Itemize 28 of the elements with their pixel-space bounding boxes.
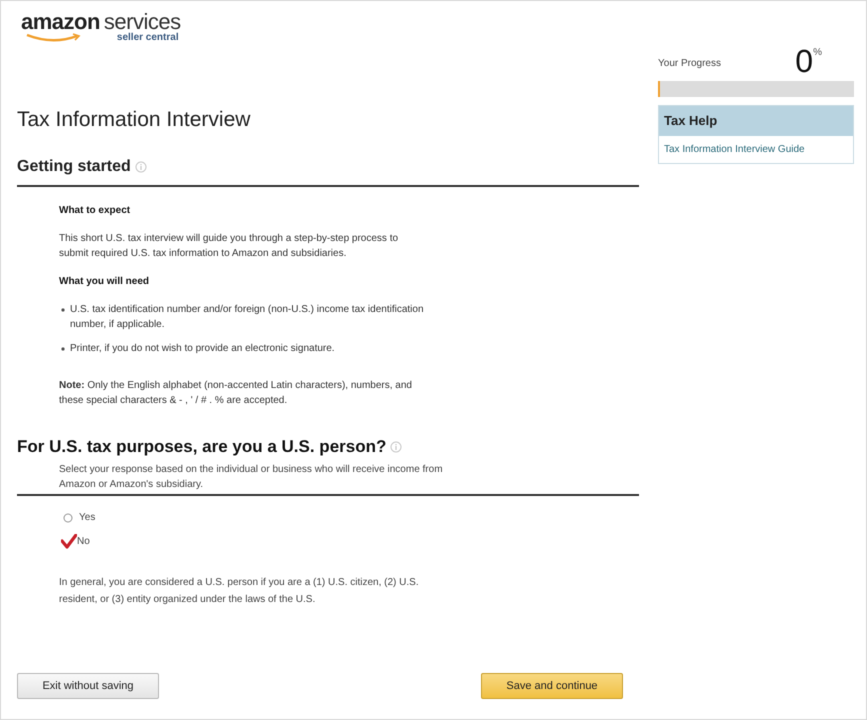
guide-link[interactable]: Tax Information Interview Guide — [659, 136, 853, 162]
progress-label: Your Progress — [658, 57, 721, 71]
info-icon — [134, 161, 147, 174]
paragraph: Note: Only the English alphabet (non-accented Latin characters), numbers, and these special characters & - , ' / # . % are accepted. — [59, 379, 413, 408]
bullet-icon — [61, 308, 65, 312]
exit-button[interactable]: Exit without saving — [17, 673, 159, 699]
logo-subtitle: seller central — [116, 33, 179, 43]
logo-wordmark: amazon — [21, 11, 100, 33]
smile-arrow-icon — [25, 33, 81, 42]
question-heading: For U.S. tax purposes, are you a U.S. person? — [17, 436, 386, 458]
percent-sign: % — [813, 46, 822, 60]
radio-option[interactable]: No — [61, 534, 639, 550]
list-item-text: Printer, if you do not wish to provide an electronic signature. — [70, 342, 335, 356]
list-item-text: U.S. tax identification number and/or foreign (non-U.S.) income tax identification number, if applicable. — [70, 303, 425, 332]
section-heading: Getting started — [17, 157, 131, 178]
logo-wordmark: services — [104, 11, 181, 33]
paragraph: This short U.S. tax interview will guide you through a step-by-step process to submit required U.S. tax information to Amazon and subsidiaries. — [59, 232, 400, 262]
bullet-icon — [61, 347, 65, 352]
info-icon — [390, 441, 402, 453]
page-title: Tax Information Interview — [17, 107, 252, 133]
help-title: Tax Help — [659, 106, 853, 136]
save-button[interactable]: Save and continue — [481, 673, 623, 699]
question-hint: Select your response based on the individual or business who will receive income from Amazon or Amazon's subsidiary. — [58, 462, 444, 492]
subheading: What you will need — [59, 275, 150, 290]
paragraph: In general, you are considered a U.S. person if you are a (1) U.S. citizen, (2) U.S. resident, or (3) entity organized under the laws of the U.S. — [58, 576, 420, 607]
radio-option[interactable]: Yes — [61, 510, 639, 526]
progress-value: 0 — [795, 45, 814, 77]
subheading: What to expect — [59, 204, 132, 218]
